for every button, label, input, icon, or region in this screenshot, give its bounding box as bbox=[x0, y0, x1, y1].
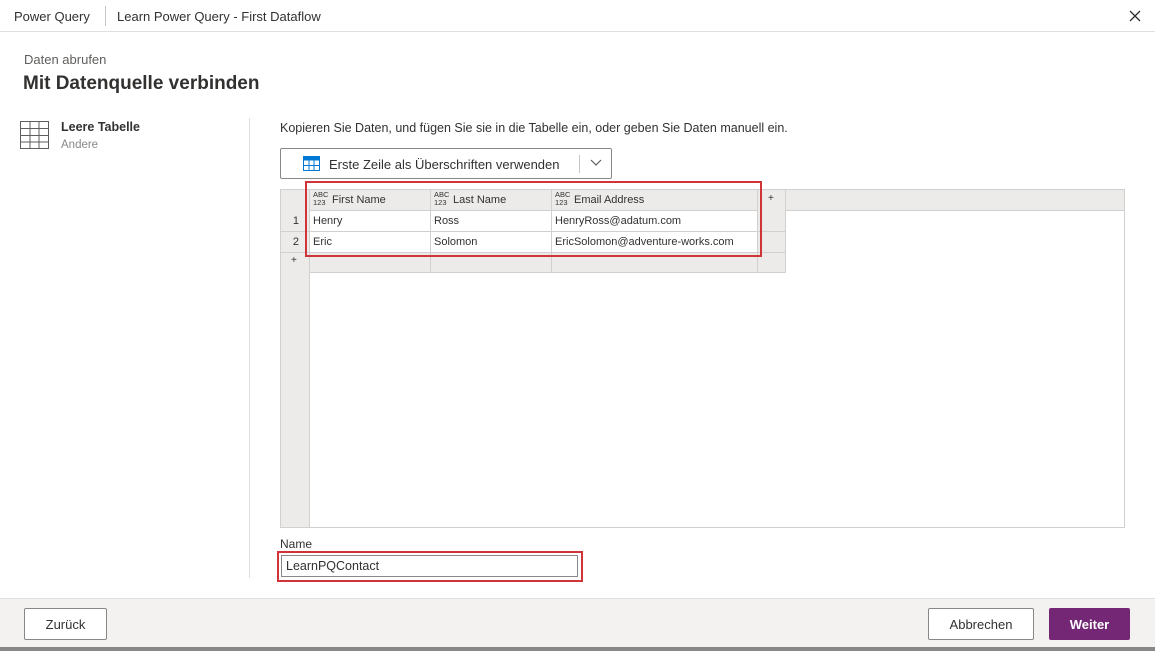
data-source-item[interactable]: Leere Tabelle Andere bbox=[20, 118, 220, 158]
bottom-edge bbox=[0, 647, 1155, 651]
row-number: 2 bbox=[281, 232, 310, 253]
table-cell[interactable]: HenryRoss@adatum.com bbox=[552, 211, 758, 232]
name-input[interactable] bbox=[281, 555, 578, 577]
table-cell[interactable]: Ross bbox=[431, 211, 552, 232]
column-header-label: Last Name bbox=[453, 194, 507, 206]
first-row-headers-label: Erste Zeile als Überschriften verwenden bbox=[329, 157, 560, 172]
data-entry-grid: ABC 123 First Name ABC 123 Last Name ABC 12… bbox=[280, 189, 1125, 528]
column-header-last-name[interactable]: ABC 123 Last Name bbox=[431, 190, 552, 211]
close-button[interactable] bbox=[1123, 4, 1147, 28]
type-any-icon: ABC 123 bbox=[434, 190, 450, 207]
first-row-headers-button[interactable]: Erste Zeile als Überschriften verwenden bbox=[280, 148, 612, 179]
row-number: 1 bbox=[281, 211, 310, 232]
close-icon bbox=[1129, 10, 1141, 22]
grid-filler bbox=[758, 253, 786, 273]
table-cell[interactable]: Eric bbox=[310, 232, 431, 253]
footer: Zurück Abbrechen Weiter bbox=[0, 598, 1155, 651]
table-icon bbox=[20, 121, 49, 149]
table-cell[interactable]: Solomon bbox=[431, 232, 552, 253]
name-label: Name bbox=[280, 537, 313, 551]
page-title: Mit Datenquelle verbinden bbox=[23, 73, 260, 94]
column-header-label: Email Address bbox=[574, 194, 645, 206]
add-column-button[interactable]: + bbox=[758, 190, 786, 211]
table-cell[interactable]: EricSolomon@adventure-works.com bbox=[552, 232, 758, 253]
instructions-text: Kopieren Sie Daten, und fügen Sie sie in… bbox=[280, 121, 788, 135]
table-cell[interactable]: Henry bbox=[310, 211, 431, 232]
type-any-icon: ABC 123 bbox=[555, 190, 571, 207]
app-name: Power Query bbox=[14, 9, 90, 24]
back-button[interactable]: Zurück bbox=[24, 608, 107, 640]
next-button[interactable]: Weiter bbox=[1049, 608, 1130, 640]
type-any-icon: ABC 123 bbox=[313, 190, 329, 207]
column-header-email-address[interactable]: ABC 123 Email Address bbox=[552, 190, 758, 211]
title-bar: Power Query Learn Power Query - First Da… bbox=[0, 0, 1155, 32]
add-row-button[interactable]: + bbox=[281, 253, 310, 273]
grid-filler bbox=[431, 253, 552, 273]
data-source-category: Andere bbox=[61, 139, 99, 151]
title-separator bbox=[105, 6, 106, 26]
grid-filler bbox=[758, 232, 786, 253]
column-header-first-name[interactable]: ABC 123 First Name bbox=[310, 190, 431, 211]
grid-filler bbox=[758, 211, 786, 232]
grid-filler bbox=[552, 253, 758, 273]
add-icon: + bbox=[291, 255, 297, 266]
breadcrumb: Daten abrufen bbox=[24, 52, 107, 67]
grid-filler bbox=[310, 253, 431, 273]
add-icon: + bbox=[768, 193, 774, 204]
column-header-label: First Name bbox=[332, 194, 386, 206]
table-headers-icon bbox=[303, 156, 320, 171]
cancel-button[interactable]: Abbrechen bbox=[928, 608, 1034, 640]
document-name: Learn Power Query - First Dataflow bbox=[117, 9, 321, 24]
button-separator bbox=[579, 155, 580, 173]
data-source-name: Leere Tabelle bbox=[61, 120, 140, 134]
chevron-down-icon[interactable] bbox=[590, 159, 602, 167]
pane-divider bbox=[249, 118, 250, 578]
